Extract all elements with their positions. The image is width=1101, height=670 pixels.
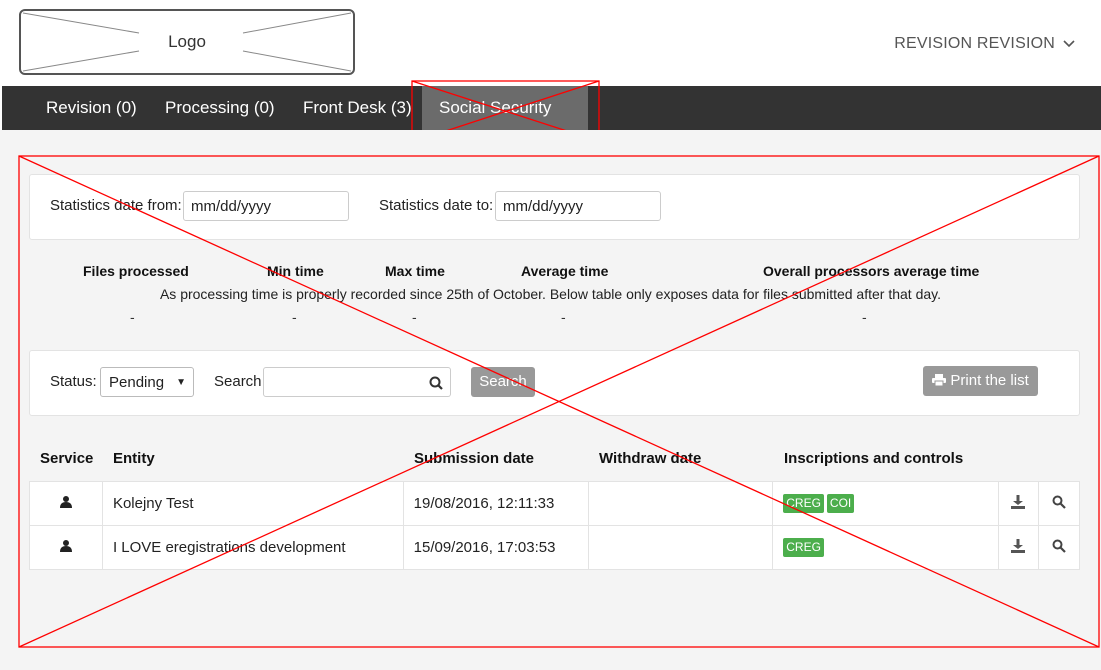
download-icon [1011,538,1026,553]
submission-date-cell: 19/08/2016, 12:11:33 [402,481,589,526]
stat-header-max-time: Max time [385,263,445,279]
stat-header-average-time: Average time [521,263,609,279]
column-header-service: Service [40,450,94,467]
printer-icon [932,374,947,387]
service-cell [29,525,103,570]
tab-processing[interactable]: Processing (0) [148,86,292,130]
inscriptions-cell: CREG [772,525,999,570]
logo-placeholder[interactable]: Logo [19,9,355,75]
print-list-button[interactable]: Print the list [923,366,1038,396]
date-to-input[interactable]: mm/dd/yyyy [495,191,661,221]
stat-value-min-time: - [292,309,297,325]
date-from-label: Statistics date from: [50,197,182,214]
stat-header-files-processed: Files processed [83,263,189,279]
withdraw-date-cell [587,481,774,526]
submission-date-cell: 15/09/2016, 17:03:53 [402,525,589,570]
user-icon [59,539,72,552]
date-from-input[interactable]: mm/dd/yyyy [183,191,349,221]
user-icon [59,495,72,508]
download-icon [1011,494,1026,509]
table-row[interactable]: Kolejny Test 19/08/2016, 12:11:33 CREG CO… [29,481,1081,526]
column-header-withdraw-date: Withdraw date [599,450,702,467]
date-to-label: Statistics date to: [379,197,494,214]
stat-value-average-time: - [561,309,566,325]
caret-down-icon: ▼ [176,377,186,388]
column-header-submission-date: Submission date [414,450,535,467]
chevron-down-icon [1063,40,1075,48]
search-icon-button[interactable] [421,367,451,397]
stat-value-max-time: - [412,309,417,325]
search-input[interactable] [263,367,423,397]
column-header-entity: Entity [113,450,155,467]
processing-time-notice: As processing time is properly recorded … [159,286,942,302]
search-button[interactable]: Search [471,367,535,397]
inscriptions-cell: CREG COI [772,481,999,526]
download-button[interactable] [997,525,1039,570]
service-cell [29,481,103,526]
download-button[interactable] [997,481,1039,526]
status-select[interactable]: Pending ▼ [100,367,194,397]
user-menu-label: REVISION REVISION [894,35,1055,52]
tab-front-desk[interactable]: Front Desk (3) [286,86,429,130]
entity-cell: Kolejny Test [101,481,404,526]
stat-header-min-time: Min time [267,263,324,279]
search-icon [1052,495,1066,509]
badge-coi[interactable]: COI [826,494,855,513]
view-button[interactable] [1037,481,1081,526]
logo-text: Logo [168,32,206,51]
search-icon [1052,539,1066,553]
badge-creg[interactable]: CREG [783,494,824,513]
withdraw-date-cell [587,525,774,570]
stat-value-files-processed: - [130,309,135,325]
stat-header-overall-average: Overall processors average time [763,263,980,279]
status-label: Status: [50,373,97,390]
stat-value-overall-average: - [862,309,867,325]
entity-cell: I LOVE eregistrations development [101,525,404,570]
search-label: Search [214,373,262,390]
status-select-value: Pending [109,374,165,391]
badge-creg[interactable]: CREG [783,538,824,557]
user-menu[interactable]: REVISION REVISION [894,35,1075,53]
column-header-inscriptions: Inscriptions and controls [784,450,964,467]
search-icon [429,376,443,390]
files-table: Kolejny Test 19/08/2016, 12:11:33 CREG CO… [29,481,1081,570]
table-row[interactable]: I LOVE eregistrations development 15/09/… [29,525,1081,570]
print-list-label: Print the list [950,372,1029,389]
view-button[interactable] [1037,525,1081,570]
tab-revision[interactable]: Revision (0) [29,86,154,130]
